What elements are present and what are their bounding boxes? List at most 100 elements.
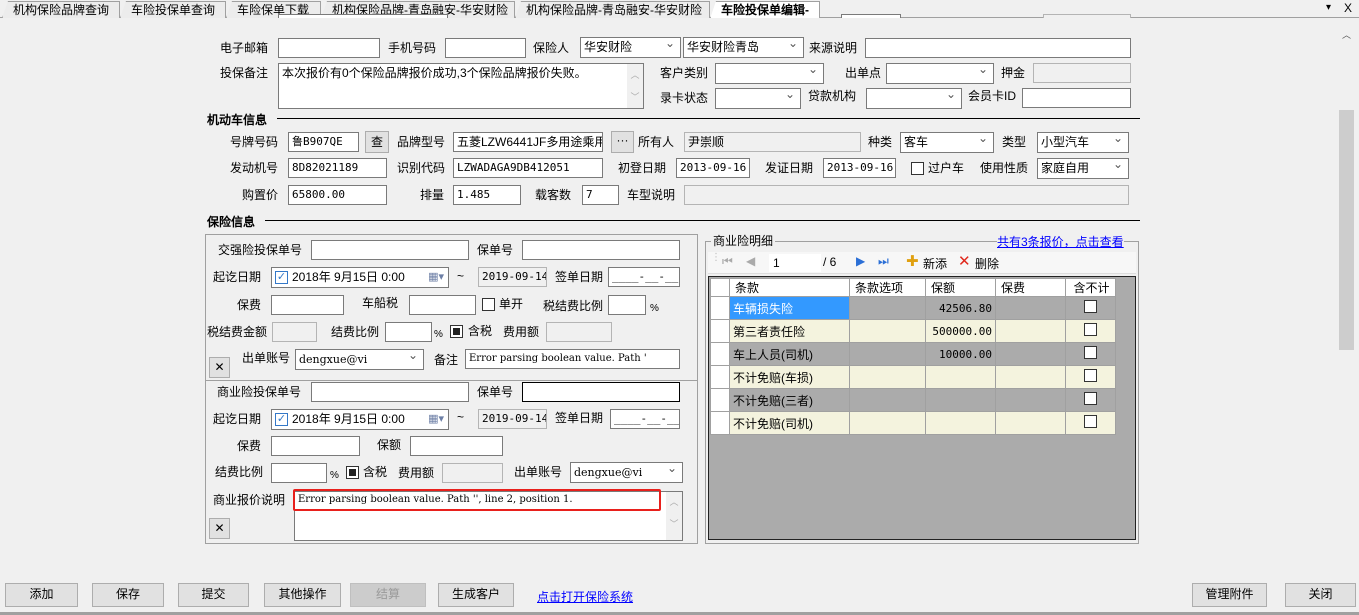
premium-cell[interactable] xyxy=(995,319,1066,343)
ci-start-check-icon[interactable]: ✓ xyxy=(275,271,288,284)
clause-cell[interactable]: 第三者责任险 xyxy=(729,319,850,343)
table-row[interactable]: 车上人员(司机) 10000.00 xyxy=(710,342,1116,366)
calendar-dropdown-icon[interactable]: ▦▾ xyxy=(428,268,444,287)
delete-row-button[interactable]: 删除 xyxy=(975,255,999,272)
tab-close-icon[interactable]: X xyxy=(1344,1,1352,15)
amount-cell[interactable]: 500000.00 xyxy=(925,319,996,343)
clause-cell[interactable]: 车上人员(司机) xyxy=(729,342,850,366)
ci-separate-checkbox[interactable] xyxy=(482,298,495,311)
insurer-select[interactable]: 华安财险 xyxy=(580,34,681,58)
deductible-checkbox[interactable] xyxy=(1084,300,1097,313)
ci-tax-incl-checkbox[interactable] xyxy=(450,325,463,338)
quotes-link[interactable]: 共有3条报价，点击查看 xyxy=(997,233,1124,250)
ci-account-select[interactable]: dengxue@vi xyxy=(295,346,424,370)
save-button[interactable]: 保存 xyxy=(92,583,164,607)
page-input[interactable]: 1 xyxy=(769,254,821,272)
last-page-icon[interactable]: ⏭ xyxy=(878,254,889,269)
open-insurance-system-link[interactable]: 点击打开保险系统 xyxy=(537,588,633,605)
table-row[interactable]: 不计免赔(司机) xyxy=(710,411,1116,435)
amount-cell[interactable]: 10000.00 xyxy=(925,342,996,366)
clause-cell[interactable]: 不计免赔(三者) xyxy=(729,388,850,412)
tab-application-query[interactable]: 车险投保单查询 xyxy=(120,1,226,18)
bi-policy-no-field[interactable] xyxy=(522,382,680,402)
issue-point-select[interactable] xyxy=(886,60,994,84)
ci-vessel-tax-field[interactable] xyxy=(409,295,476,315)
ci-fee-ratio-field[interactable] xyxy=(385,322,432,342)
bi-account-select[interactable]: dengxue@vi xyxy=(570,459,683,483)
bi-app-no-field[interactable] xyxy=(311,382,469,402)
premium-cell[interactable] xyxy=(995,388,1066,412)
table-row[interactable]: 车辆损失险 42506.80 xyxy=(710,296,1116,320)
cert-date-field[interactable]: 2013-09-16 xyxy=(823,158,896,178)
deductible-checkbox[interactable] xyxy=(1084,323,1097,336)
engine-field[interactable]: 8D82021189 xyxy=(288,158,387,178)
tab-menu-icon[interactable]: ▾ xyxy=(1326,2,1331,13)
tab-application-edit[interactable]: 车险投保单编辑- xyxy=(710,1,820,19)
ci-tax-fee-ratio-field[interactable] xyxy=(608,295,646,315)
displacement-field[interactable]: 1.485 xyxy=(453,185,521,205)
source-field[interactable] xyxy=(865,38,1131,58)
add-row-button[interactable]: 新添 xyxy=(923,255,947,272)
table-row[interactable]: 不计免赔(车损) xyxy=(710,365,1116,389)
amount-cell[interactable] xyxy=(925,365,996,389)
scroll-up-icon[interactable]: ︿ xyxy=(1342,28,1351,41)
col-amount[interactable]: 保额 xyxy=(925,278,996,297)
member-card-field[interactable] xyxy=(1022,88,1131,108)
other-actions-button[interactable]: 其他操作 xyxy=(264,583,341,607)
plate-lookup-button[interactable]: 查 xyxy=(365,131,389,153)
close-button[interactable]: 关闭 xyxy=(1285,583,1356,607)
brand-picker-button[interactable]: ··· xyxy=(611,131,634,153)
remark-textarea[interactable]: 本次报价有0个保险品牌报价成功,3个保险品牌报价失败。 ︿ ﹀ xyxy=(278,63,644,109)
col-option[interactable]: 条款选项 xyxy=(849,278,926,297)
deductible-checkbox[interactable] xyxy=(1084,415,1097,428)
amount-cell[interactable] xyxy=(925,411,996,435)
manage-attachments-button[interactable]: 管理附件 xyxy=(1192,583,1267,607)
bi-sign-date-field[interactable]: ____-__-__ xyxy=(610,409,680,429)
option-cell[interactable] xyxy=(849,365,926,389)
generate-customer-button[interactable]: 生成客户 xyxy=(438,583,514,607)
clause-cell[interactable]: 不计免赔(车损) xyxy=(729,365,850,389)
submit-button[interactable]: 提交 xyxy=(178,583,249,607)
usage-select[interactable]: 家庭自用 xyxy=(1037,155,1129,179)
ci-start-datepicker[interactable]: ✓ 2018年 9月15日 0:00 ▦▾ xyxy=(271,267,449,288)
amount-cell[interactable]: 42506.80 xyxy=(925,296,996,320)
add-icon[interactable]: ✚ xyxy=(906,252,919,270)
scrollbar-thumb[interactable] xyxy=(1339,110,1354,350)
plate-field[interactable]: 鲁B907QE xyxy=(288,132,359,152)
deductible-checkbox[interactable] xyxy=(1084,346,1097,359)
bi-amount-field[interactable] xyxy=(410,436,503,456)
ci-premium-field[interactable] xyxy=(271,295,344,315)
clause-cell[interactable]: 不计免赔(司机) xyxy=(729,411,850,435)
delete-icon[interactable]: ✕ xyxy=(958,252,971,270)
clause-cell[interactable]: 车辆损失险 xyxy=(729,296,850,320)
email-field[interactable] xyxy=(278,38,380,58)
loan-org-select[interactable] xyxy=(866,85,962,109)
brand-field[interactable]: 五菱LZW6441JF多用途乘用车 xyxy=(453,132,603,152)
premium-cell[interactable] xyxy=(995,365,1066,389)
deductible-checkbox[interactable] xyxy=(1084,392,1097,405)
bi-tax-incl-checkbox[interactable] xyxy=(346,466,359,479)
premium-cell[interactable] xyxy=(995,411,1066,435)
bi-clear-button[interactable]: ✕ xyxy=(209,518,230,539)
seats-field[interactable]: 7 xyxy=(582,185,619,205)
col-clause[interactable]: 条款 xyxy=(729,278,850,297)
premium-cell[interactable] xyxy=(995,342,1066,366)
table-row[interactable]: 第三者责任险 500000.00 xyxy=(710,319,1116,343)
add-button[interactable]: 添加 xyxy=(5,583,78,607)
bi-fee-ratio-field[interactable] xyxy=(271,463,327,483)
remark-scrollbar[interactable]: ︿ ﹀ xyxy=(627,64,643,108)
price-field[interactable]: 65800.00 xyxy=(288,185,387,205)
ci-app-no-field[interactable] xyxy=(311,240,469,260)
ci-clear-button[interactable]: ✕ xyxy=(209,357,230,378)
col-deductible[interactable]: 含不计 xyxy=(1065,278,1116,297)
bi-start-datepicker[interactable]: ✓ 2018年 9月15日 0:00 ▦▾ xyxy=(271,409,449,430)
table-row[interactable]: 不计免赔(三者) xyxy=(710,388,1116,412)
option-cell[interactable] xyxy=(849,319,926,343)
transfer-checkbox[interactable] xyxy=(911,162,924,175)
insurer-branch-select[interactable]: 华安财险青岛 xyxy=(683,34,804,58)
customer-type-select[interactable] xyxy=(715,60,824,84)
kind-select[interactable]: 客车 xyxy=(900,129,994,153)
prev-page-icon[interactable]: ◀ xyxy=(746,254,755,268)
col-premium[interactable]: 保费 xyxy=(995,278,1066,297)
deductible-checkbox[interactable] xyxy=(1084,369,1097,382)
